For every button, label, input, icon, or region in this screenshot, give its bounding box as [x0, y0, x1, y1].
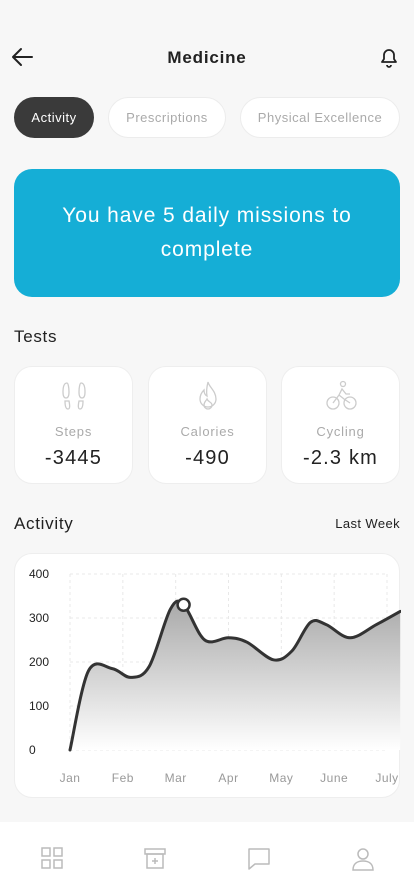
- footprints-icon: [15, 379, 132, 413]
- grid-icon[interactable]: [40, 846, 66, 872]
- steps-value: -3445: [44, 447, 103, 469]
- y-tick-label: 300: [29, 611, 49, 625]
- cycling-label: Cycling: [316, 424, 365, 439]
- tab-activity[interactable]: Activity: [14, 97, 94, 138]
- calories-value: -490: [185, 447, 230, 469]
- x-tick-label: Feb: [112, 771, 134, 785]
- bottom-nav: [0, 822, 414, 896]
- flame-icon: [149, 379, 266, 413]
- steps-label: Steps: [54, 424, 93, 439]
- y-tick-label: 200: [29, 655, 49, 669]
- activity-title: Activity: [14, 514, 74, 533]
- x-tick-label: May: [269, 771, 293, 785]
- medicine-box-icon[interactable]: [143, 846, 169, 872]
- period-selector[interactable]: Last Week: [335, 516, 400, 531]
- page-title: Medicine: [167, 48, 247, 67]
- x-tick-label: Jan: [60, 771, 81, 785]
- chat-icon[interactable]: [246, 846, 272, 872]
- activity-area: [70, 601, 401, 750]
- activity-chart: 400 300 200 100 0 Jan Feb Mar Apr May June July: [14, 553, 401, 798]
- x-tick-label: July: [375, 771, 398, 785]
- calories-card[interactable]: Calories -490: [148, 366, 267, 484]
- y-tick-label: 100: [29, 699, 49, 713]
- daily-missions-banner[interactable]: You have 5 daily missions to complete: [14, 169, 400, 297]
- highlight-point: [176, 597, 191, 613]
- calories-label: Calories: [180, 424, 235, 439]
- header: Medicine: [0, 36, 414, 80]
- tests-title: Tests: [14, 327, 58, 346]
- bell-icon[interactable]: [376, 44, 402, 70]
- activity-chart-svg: 400 300 200 100 0 Jan Feb Mar Apr May June July: [29, 567, 401, 785]
- profile-icon[interactable]: [350, 846, 376, 872]
- cycling-value: -2.3 km: [302, 447, 379, 469]
- x-tick-label: Mar: [165, 771, 187, 785]
- tab-physical-excellence[interactable]: Physical Excellence: [240, 97, 400, 138]
- cycling-card[interactable]: Cycling -2.3 km: [281, 366, 400, 484]
- cyclist-icon: [282, 379, 399, 413]
- y-tick-label: 0: [29, 743, 36, 757]
- x-tick-label: June: [320, 771, 348, 785]
- x-tick-label: Apr: [218, 771, 238, 785]
- steps-card[interactable]: Steps -3445: [14, 366, 133, 484]
- y-tick-label: 400: [29, 567, 49, 581]
- tab-prescriptions[interactable]: Prescriptions: [108, 97, 226, 138]
